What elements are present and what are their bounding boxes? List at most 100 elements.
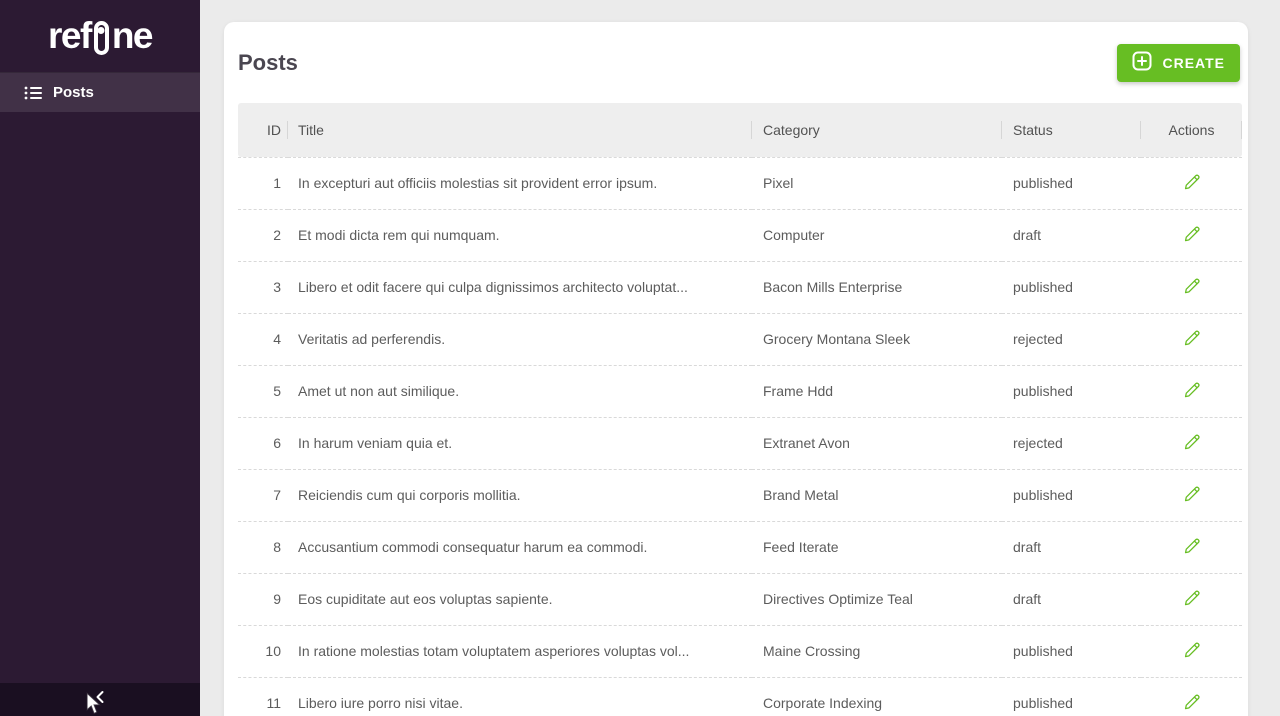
cell-actions bbox=[1141, 209, 1242, 261]
cell-status: published bbox=[1002, 365, 1141, 417]
cell-status: draft bbox=[1002, 521, 1141, 573]
cell-status: draft bbox=[1002, 573, 1141, 625]
cell-id: 6 bbox=[238, 417, 288, 469]
table-row: 10 In ratione molestias totam voluptatem… bbox=[238, 625, 1242, 677]
table-body: 1 In excepturi aut officiis molestias si… bbox=[238, 157, 1242, 716]
edit-button[interactable] bbox=[1179, 377, 1205, 406]
cell-actions bbox=[1141, 157, 1242, 209]
cell-id: 7 bbox=[238, 469, 288, 521]
cell-id: 9 bbox=[238, 573, 288, 625]
edit-button[interactable] bbox=[1179, 481, 1205, 510]
edit-button[interactable] bbox=[1179, 429, 1205, 458]
plus-square-icon bbox=[1132, 51, 1152, 74]
table-row: 3 Libero et odit facere qui culpa dignis… bbox=[238, 261, 1242, 313]
table-row: 4 Veritatis ad perferendis. Grocery Mont… bbox=[238, 313, 1242, 365]
sidebar-item-posts[interactable]: Posts bbox=[0, 72, 200, 112]
column-header-actions: Actions bbox=[1141, 103, 1242, 157]
cell-status: published bbox=[1002, 625, 1141, 677]
cell-category: Brand Metal bbox=[752, 469, 1002, 521]
sidebar-item-label: Posts bbox=[53, 84, 94, 101]
table-row: 11 Libero iure porro nisi vitae. Corpora… bbox=[238, 677, 1242, 716]
table-row: 2 Et modi dicta rem qui numquam. Compute… bbox=[238, 209, 1242, 261]
pencil-icon bbox=[1183, 329, 1201, 350]
cell-actions bbox=[1141, 573, 1242, 625]
table-row: 5 Amet ut non aut similique. Frame Hdd p… bbox=[238, 365, 1242, 417]
edit-button[interactable] bbox=[1179, 169, 1205, 198]
cell-id: 10 bbox=[238, 625, 288, 677]
cell-actions bbox=[1141, 625, 1242, 677]
edit-button[interactable] bbox=[1179, 533, 1205, 562]
cell-actions bbox=[1141, 521, 1242, 573]
cell-status: published bbox=[1002, 261, 1141, 313]
cell-actions bbox=[1141, 261, 1242, 313]
column-header-title: Title bbox=[288, 103, 752, 157]
cell-title: In harum veniam quia et. bbox=[288, 417, 752, 469]
cell-status: draft bbox=[1002, 209, 1141, 261]
edit-button[interactable] bbox=[1179, 689, 1205, 716]
cell-actions bbox=[1141, 469, 1242, 521]
cell-id: 4 bbox=[238, 313, 288, 365]
cell-category: Corporate Indexing bbox=[752, 677, 1002, 716]
cell-status: rejected bbox=[1002, 417, 1141, 469]
create-button-label: CREATE bbox=[1162, 55, 1225, 71]
logo-stylized-i bbox=[94, 21, 109, 55]
cell-id: 2 bbox=[238, 209, 288, 261]
cell-category: Grocery Montana Sleek bbox=[752, 313, 1002, 365]
edit-button[interactable] bbox=[1179, 273, 1205, 302]
cell-actions bbox=[1141, 365, 1242, 417]
edit-button[interactable] bbox=[1179, 325, 1205, 354]
cell-id: 11 bbox=[238, 677, 288, 716]
cell-title: Reiciendis cum qui corporis mollitia. bbox=[288, 469, 752, 521]
posts-page-card: Posts CREATE ID Title Category Status bbox=[224, 22, 1248, 716]
cell-category: Bacon Mills Enterprise bbox=[752, 261, 1002, 313]
edit-button[interactable] bbox=[1179, 585, 1205, 614]
cell-title: In excepturi aut officiis molestias sit … bbox=[288, 157, 752, 209]
edit-button[interactable] bbox=[1179, 637, 1205, 666]
table-row: 9 Eos cupiditate aut eos voluptas sapien… bbox=[238, 573, 1242, 625]
cell-actions bbox=[1141, 677, 1242, 716]
edit-button[interactable] bbox=[1179, 221, 1205, 250]
logo-text-post: ne bbox=[112, 15, 152, 57]
cell-category: Pixel bbox=[752, 157, 1002, 209]
cell-category: Feed Iterate bbox=[752, 521, 1002, 573]
pencil-icon bbox=[1183, 277, 1201, 298]
chevron-left-icon bbox=[93, 690, 107, 709]
cell-status: published bbox=[1002, 677, 1141, 716]
column-header-id: ID bbox=[238, 103, 288, 157]
cell-category: Maine Crossing bbox=[752, 625, 1002, 677]
pencil-icon bbox=[1183, 225, 1201, 246]
cell-category: Frame Hdd bbox=[752, 365, 1002, 417]
cell-id: 3 bbox=[238, 261, 288, 313]
pencil-icon bbox=[1183, 433, 1201, 454]
page-title: Posts bbox=[238, 50, 298, 76]
cell-title: Libero iure porro nisi vitae. bbox=[288, 677, 752, 716]
cell-actions bbox=[1141, 313, 1242, 365]
cell-status: published bbox=[1002, 157, 1141, 209]
sidebar-collapse-button[interactable] bbox=[0, 683, 200, 716]
unordered-list-icon bbox=[24, 84, 42, 102]
posts-table: ID Title Category Status Actions 1 In ex… bbox=[238, 103, 1242, 716]
pencil-icon bbox=[1183, 641, 1201, 662]
cell-category: Extranet Avon bbox=[752, 417, 1002, 469]
pencil-icon bbox=[1183, 485, 1201, 506]
cell-title: Amet ut non aut similique. bbox=[288, 365, 752, 417]
table-row: 1 In excepturi aut officiis molestias si… bbox=[238, 157, 1242, 209]
cell-actions bbox=[1141, 417, 1242, 469]
cell-title: Veritatis ad perferendis. bbox=[288, 313, 752, 365]
cell-title: Et modi dicta rem qui numquam. bbox=[288, 209, 752, 261]
cell-category: Directives Optimize Teal bbox=[752, 573, 1002, 625]
cell-status: rejected bbox=[1002, 313, 1141, 365]
table-header-row: ID Title Category Status Actions bbox=[238, 103, 1242, 157]
cell-title: Eos cupiditate aut eos voluptas sapiente… bbox=[288, 573, 752, 625]
cell-id: 8 bbox=[238, 521, 288, 573]
cell-title: In ratione molestias totam voluptatem as… bbox=[288, 625, 752, 677]
table-row: 6 In harum veniam quia et. Extranet Avon… bbox=[238, 417, 1242, 469]
table-row: 8 Accusantium commodi consequatur harum … bbox=[238, 521, 1242, 573]
pencil-icon bbox=[1183, 173, 1201, 194]
column-header-category: Category bbox=[752, 103, 1002, 157]
cell-title: Accusantium commodi consequatur harum ea… bbox=[288, 521, 752, 573]
create-button[interactable]: CREATE bbox=[1117, 44, 1240, 82]
refine-logo[interactable]: refne bbox=[0, 0, 200, 72]
sidebar: refne Posts bbox=[0, 0, 200, 716]
cell-title: Libero et odit facere qui culpa dignissi… bbox=[288, 261, 752, 313]
